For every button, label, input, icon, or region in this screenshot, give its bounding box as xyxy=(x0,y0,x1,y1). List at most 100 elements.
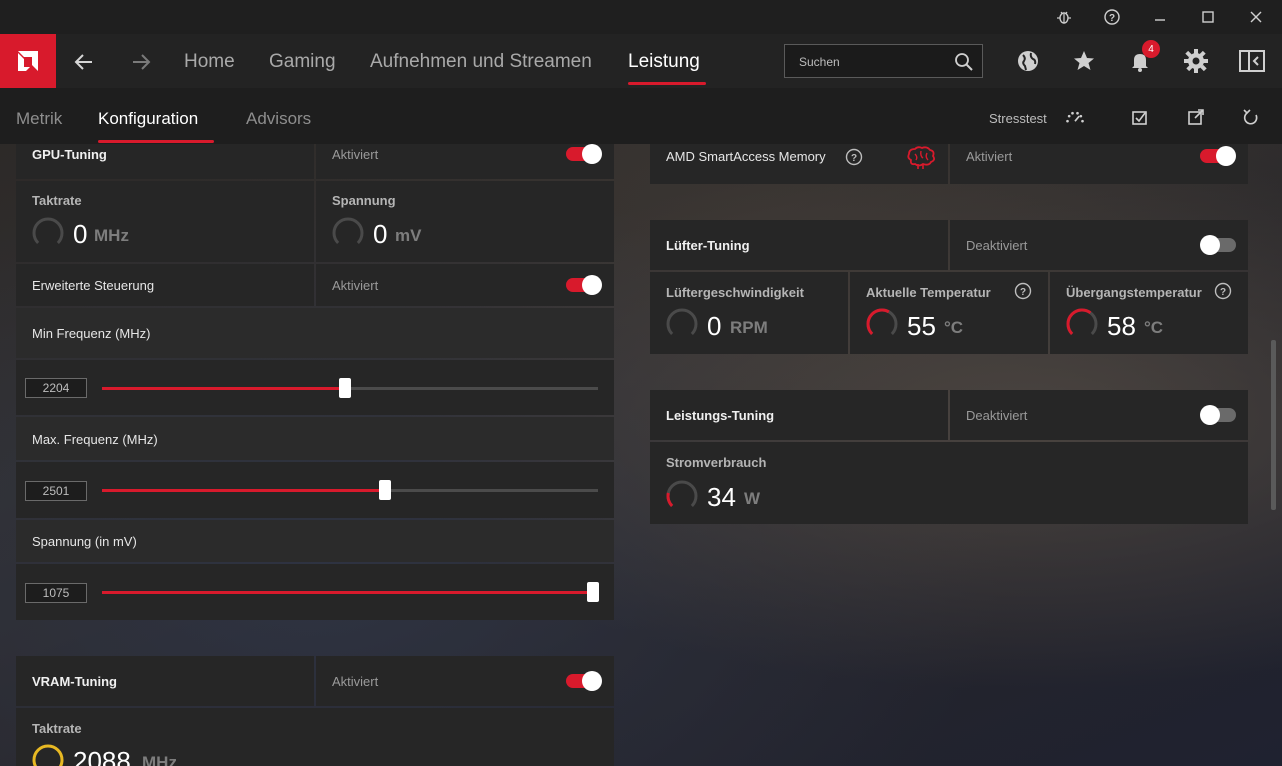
gear-icon[interactable] xyxy=(1182,47,1210,75)
advanced-control-status: Aktiviert xyxy=(332,278,379,293)
nav-home[interactable]: Home xyxy=(184,51,235,73)
nav-record-stream[interactable]: Aufnehmen und Streamen xyxy=(370,51,592,73)
power-consumption-label: Stromverbrauch xyxy=(666,455,767,470)
tab-active-indicator xyxy=(98,140,214,143)
search-input[interactable]: Suchen xyxy=(799,55,840,69)
gpu-tuning-header: GPU-Tuning xyxy=(16,144,314,179)
power-consumption-cell: Stromverbrauch 34 W xyxy=(650,442,1248,524)
search-box[interactable]: Suchen xyxy=(784,44,983,78)
help-icon[interactable]: ? xyxy=(1102,7,1122,27)
voltage-slider-value[interactable]: 1075 xyxy=(25,583,87,603)
search-icon[interactable] xyxy=(954,52,974,77)
advanced-control-cell: Erweiterte Steuerung xyxy=(16,264,314,306)
voltage-slider-row: 1075 xyxy=(16,564,614,620)
vram-clock-value: 2088 xyxy=(73,746,131,766)
tab-advisors[interactable]: Advisors xyxy=(246,109,311,129)
vram-tuning-toggle[interactable] xyxy=(566,671,602,691)
max-freq-header: Max. Frequenz (MHz) xyxy=(16,417,614,460)
fan-tuning-status-cell: Deaktiviert xyxy=(950,220,1248,270)
tab-metrics[interactable]: Metrik xyxy=(16,109,62,129)
sidebar-toggle-icon[interactable] xyxy=(1238,47,1266,75)
voltage-slider[interactable] xyxy=(102,591,598,594)
fan-tuning-title: Lüfter-Tuning xyxy=(666,238,750,253)
tab-configuration[interactable]: Konfiguration xyxy=(98,109,198,129)
forward-arrow-icon[interactable] xyxy=(127,48,155,76)
fan-speed-gauge-icon xyxy=(666,308,698,340)
gpu-clock-label: Taktrate xyxy=(32,193,82,208)
maximize-icon[interactable] xyxy=(1198,7,1218,27)
sub-navigation: Metrik Konfiguration Advisors Stresstest xyxy=(0,88,1282,144)
notification-badge: 4 xyxy=(1142,40,1160,58)
reset-icon[interactable] xyxy=(1241,107,1261,127)
fan-speed-cell: Lüftergeschwindigkeit 0 RPM xyxy=(650,272,848,354)
vram-clock-label: Taktrate xyxy=(32,721,82,736)
vram-clock-unit: MHz xyxy=(142,753,177,766)
globe-icon[interactable] xyxy=(1014,47,1042,75)
smart-access-status-cell: Aktiviert xyxy=(950,144,1248,184)
voltage-slider-label: Spannung (in mV) xyxy=(32,534,137,549)
power-tuning-toggle[interactable] xyxy=(1200,405,1236,425)
gpu-clock-gauge-icon xyxy=(32,217,64,249)
min-freq-slider-thumb[interactable] xyxy=(339,378,352,398)
stresstest-gauge-icon[interactable] xyxy=(1065,107,1085,127)
stresstest-label[interactable]: Stresstest xyxy=(989,111,1047,126)
junction-temp-unit: °C xyxy=(1144,318,1164,337)
power-consumption-value: 34 xyxy=(707,482,736,512)
nav-performance[interactable]: Leistung xyxy=(628,51,700,73)
star-icon[interactable] xyxy=(1070,47,1098,75)
max-freq-slider-thumb[interactable] xyxy=(378,480,391,500)
junction-temp-help-icon[interactable]: ? xyxy=(1214,282,1232,300)
fan-tuning-toggle[interactable] xyxy=(1200,235,1236,255)
min-freq-slider-fill xyxy=(102,387,346,390)
amd-logo[interactable] xyxy=(0,34,56,88)
min-freq-header: Min Frequenz (MHz) xyxy=(16,308,614,358)
fan-speed-unit: RPM xyxy=(730,318,768,337)
nav-gaming[interactable]: Gaming xyxy=(269,51,336,73)
import-profile-icon[interactable] xyxy=(1130,107,1150,127)
scrollbar[interactable] xyxy=(1271,340,1276,510)
main-navigation: Home Gaming Aufnehmen und Streamen Leist… xyxy=(0,34,1282,88)
min-freq-label: Min Frequenz (MHz) xyxy=(32,326,151,341)
vram-tuning-status: Aktiviert xyxy=(332,674,379,689)
voltage-slider-thumb[interactable] xyxy=(587,582,600,602)
svg-text:?: ? xyxy=(1020,287,1026,298)
bug-icon[interactable] xyxy=(1054,7,1074,27)
gpu-tuning-status: Aktiviert xyxy=(332,147,379,162)
power-consumption-gauge-icon xyxy=(666,480,698,512)
current-temp-label: Aktuelle Temperatur xyxy=(866,285,991,300)
power-tuning-status: Deaktiviert xyxy=(966,408,1028,423)
gpu-tuning-toggle[interactable] xyxy=(566,144,602,164)
max-freq-value[interactable]: 2501 xyxy=(25,481,87,501)
power-tuning-title: Leistungs-Tuning xyxy=(666,408,775,423)
advanced-control-toggle[interactable] xyxy=(566,275,602,295)
vram-tuning-status-cell: Aktiviert xyxy=(316,656,614,706)
fan-tuning-header: Lüfter-Tuning xyxy=(650,220,948,270)
current-temp-help-icon[interactable]: ? xyxy=(1014,282,1032,300)
back-arrow-icon[interactable] xyxy=(70,48,98,76)
power-tuning-status-cell: Deaktiviert xyxy=(950,390,1248,440)
brain-icon xyxy=(907,146,936,169)
vram-clock-cell: Taktrate 2088 MHz xyxy=(16,708,614,766)
svg-text:?: ? xyxy=(851,153,857,164)
smart-access-toggle[interactable] xyxy=(1200,146,1236,166)
voltage-slider-header: Spannung (in mV) xyxy=(16,520,614,562)
gpu-voltage-cell: Spannung 0 mV xyxy=(316,181,614,262)
min-freq-slider-row: 2204 xyxy=(16,360,614,415)
max-freq-slider-fill xyxy=(102,489,385,492)
gpu-clock-value: 0 xyxy=(73,219,88,249)
close-icon[interactable] xyxy=(1246,7,1266,27)
current-temp-gauge-icon xyxy=(866,308,898,340)
junction-temp-value: 58 xyxy=(1107,311,1136,341)
title-bar: ? xyxy=(0,0,1282,34)
max-freq-slider[interactable] xyxy=(102,489,598,492)
fan-speed-value: 0 xyxy=(707,311,722,341)
smart-access-help-icon[interactable]: ? xyxy=(845,148,863,166)
voltage-slider-fill xyxy=(102,591,594,594)
gpu-voltage-gauge-icon xyxy=(332,217,364,249)
max-freq-slider-row: 2501 xyxy=(16,462,614,518)
minimize-icon[interactable] xyxy=(1150,7,1170,27)
min-freq-value[interactable]: 2204 xyxy=(25,378,87,398)
export-profile-icon[interactable] xyxy=(1186,107,1206,127)
gpu-voltage-unit: mV xyxy=(395,226,422,245)
advanced-control-status-cell: Aktiviert xyxy=(316,264,614,306)
